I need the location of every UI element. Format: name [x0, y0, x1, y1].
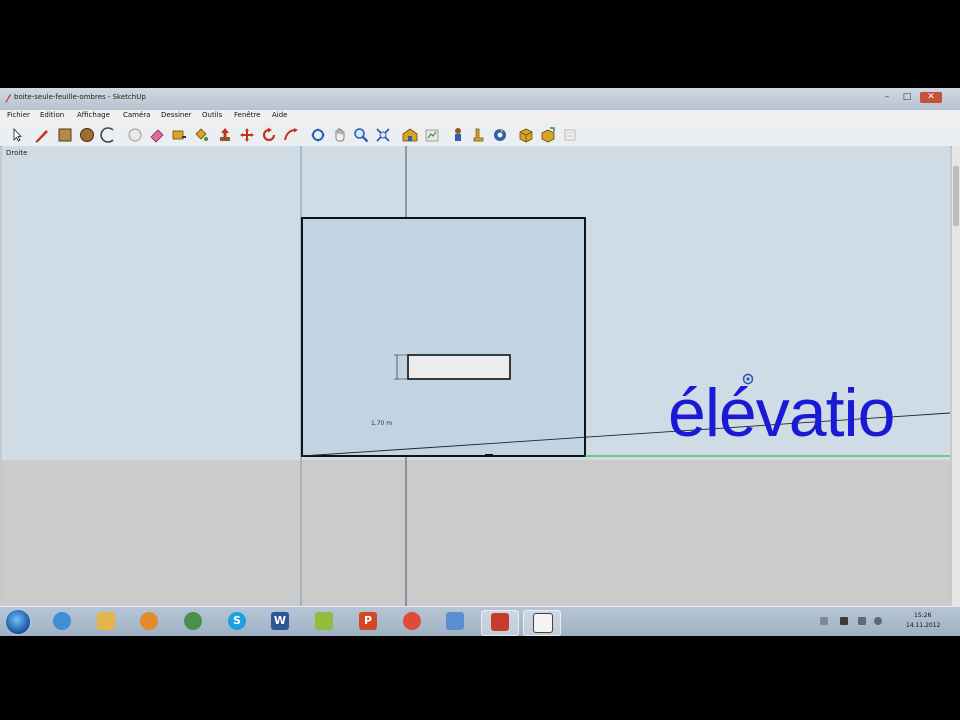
taskbar-network[interactable] — [175, 610, 211, 634]
follow-me-icon[interactable] — [282, 126, 300, 144]
extension-icon[interactable] — [539, 126, 557, 144]
users-icon — [446, 612, 464, 630]
clock-date[interactable]: 14.11.2012 — [906, 622, 940, 629]
start-button[interactable] — [6, 610, 30, 634]
powerpoint-icon: P — [359, 612, 377, 630]
menu-fenetre[interactable]: Fenêtre — [234, 111, 260, 119]
walk-tool-icon[interactable] — [469, 126, 487, 144]
move-tool-icon[interactable] — [238, 126, 256, 144]
eraser-tool-icon[interactable] — [148, 126, 166, 144]
word-icon: W — [271, 612, 289, 630]
make-component-icon[interactable] — [126, 126, 144, 144]
window-icon — [533, 613, 553, 633]
taskbar-sketch-pen[interactable] — [306, 610, 342, 634]
sketchup-icon — [491, 613, 509, 631]
network-icon — [184, 612, 202, 630]
tape-measure-icon[interactable] — [170, 126, 188, 144]
close-button[interactable]: ✕ — [920, 92, 942, 103]
tray-flag-icon[interactable] — [840, 617, 848, 625]
component-icon[interactable] — [517, 126, 535, 144]
scrollbar-thumb[interactable] — [953, 166, 959, 226]
taskbar-skype[interactable]: S — [219, 610, 255, 634]
desktop-screen: boite-seule-feuille-ombres - SketchUp – … — [0, 88, 960, 636]
chrome-icon — [403, 612, 421, 630]
drawing-viewport[interactable]: Droite 1,70 m élévatio — [2, 146, 950, 606]
explorer-folder-icon — [97, 612, 115, 630]
elevation-3d-text[interactable]: élévatio — [668, 374, 895, 452]
taskbar-chrome[interactable] — [394, 610, 430, 634]
window-title: boite-seule-feuille-ombres - SketchUp — [14, 93, 146, 101]
tray-arrow-icon[interactable] — [820, 617, 828, 625]
menu-outils[interactable]: Outils — [202, 111, 222, 119]
taskbar-sketchup[interactable] — [481, 610, 519, 636]
ruby-console-icon[interactable] — [561, 126, 579, 144]
rotate-tool-icon[interactable] — [260, 126, 278, 144]
taskbar-internet-explorer[interactable] — [44, 610, 80, 634]
taskbar-powerpoint[interactable]: P — [350, 610, 386, 634]
title-bar[interactable]: boite-seule-feuille-ombres - SketchUp – … — [0, 88, 960, 111]
wall-face[interactable] — [301, 217, 586, 457]
menu-bar: Fichier Edition Affichage Caméra Dessine… — [0, 110, 960, 122]
circle-tool-icon[interactable] — [78, 126, 96, 144]
taskbar-media-player[interactable] — [131, 610, 167, 634]
sketchup-logo-icon — [5, 94, 11, 103]
pencil-tool-icon[interactable] — [33, 126, 51, 144]
share-model-icon[interactable] — [423, 126, 441, 144]
menu-affichage[interactable]: Affichage — [77, 111, 110, 119]
arc-tool-icon[interactable] — [100, 126, 118, 144]
vertical-scrollbar[interactable] — [952, 146, 960, 606]
skype-icon: S — [228, 612, 246, 630]
push-pull-icon[interactable] — [216, 126, 234, 144]
taskbar-window[interactable] — [523, 610, 561, 636]
tray-volume-icon[interactable] — [874, 617, 882, 625]
sketch-pen-icon — [315, 612, 333, 630]
clock-time[interactable]: 15:26 — [914, 612, 931, 619]
warehouse-icon[interactable] — [401, 126, 419, 144]
taskbar: S W P 15:26 14.11.2012 — [0, 606, 960, 636]
taskbar-word[interactable]: W — [262, 610, 298, 634]
menu-camera[interactable]: Caméra — [123, 111, 150, 119]
dimension-label: 1,70 m — [371, 420, 393, 427]
menu-fichier[interactable]: Fichier — [7, 111, 30, 119]
media-player-icon — [140, 612, 158, 630]
menu-edition[interactable]: Edition — [40, 111, 64, 119]
position-camera-icon[interactable] — [449, 126, 467, 144]
orbit-tool-icon[interactable] — [309, 126, 327, 144]
menu-dessiner[interactable]: Dessiner — [161, 111, 192, 119]
minimize-button[interactable]: – — [880, 92, 894, 103]
pan-tool-icon[interactable] — [331, 126, 349, 144]
system-tray: 15:26 14.11.2012 — [810, 607, 960, 636]
zoom-extents-icon[interactable] — [374, 126, 392, 144]
zoom-tool-icon[interactable] — [352, 126, 370, 144]
taskbar-explorer[interactable] — [88, 610, 124, 634]
rectangle-tool-icon[interactable] — [56, 126, 74, 144]
look-around-icon[interactable] — [491, 126, 509, 144]
menu-aide[interactable]: Aide — [272, 111, 287, 119]
toolbar — [0, 122, 960, 147]
window-opening-rect[interactable] — [407, 354, 511, 380]
taskbar-users[interactable] — [437, 610, 473, 634]
internet-explorer-icon — [53, 612, 71, 630]
select-tool-icon[interactable] — [8, 126, 26, 144]
tray-network-icon[interactable] — [858, 617, 866, 625]
maximize-button[interactable]: □ — [900, 92, 914, 103]
paint-bucket-icon[interactable] — [192, 126, 210, 144]
edge-endpoint — [485, 454, 493, 457]
